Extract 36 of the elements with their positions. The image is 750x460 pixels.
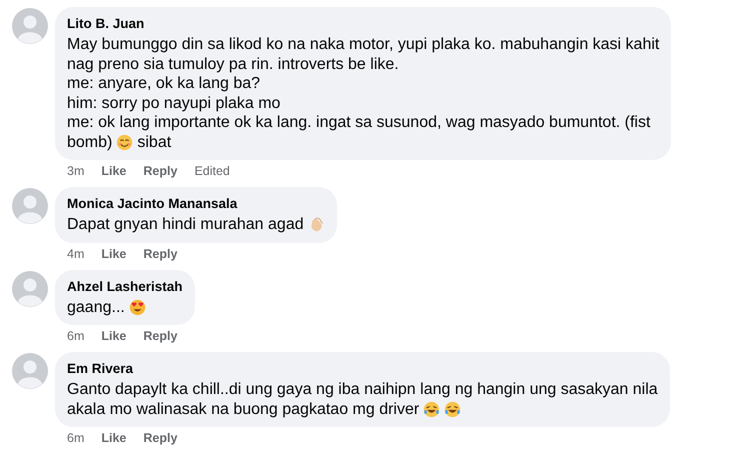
avatar[interactable] — [12, 270, 48, 306]
action-link[interactable]: Like — [101, 163, 126, 179]
avatar[interactable] — [12, 188, 48, 224]
timestamp[interactable]: 6m — [67, 328, 84, 344]
timestamp[interactable]: 4m — [67, 246, 84, 262]
action-link[interactable]: Reply — [143, 328, 178, 344]
action-link[interactable]: Reply — [143, 163, 178, 179]
action-link[interactable]: Like — [101, 328, 126, 344]
heart-eyes-emoji-icon — [128, 298, 146, 316]
comment-text: me: ok lang importante ok ka lang. ingat sa susunod, wag masyado bumuntot. (fist — [67, 113, 650, 132]
comment-text: sibat — [137, 132, 172, 152]
comment-text: Ganto dapaylt ka chill..di ung gaya ng iba naihipn lang ng hangin ung sasakyan nila — [67, 380, 658, 400]
timestamp[interactable]: 3m — [67, 163, 84, 179]
action-link[interactable]: Like — [101, 246, 126, 262]
author-name[interactable]: Ahzel Lasheristah — [67, 278, 183, 294]
smiling-emoji-icon — [116, 134, 134, 151]
action-link[interactable]: Reply — [143, 430, 178, 446]
comment-text: bomb) — [67, 132, 112, 152]
author-name[interactable]: Em Rivera — [67, 360, 134, 377]
author-name[interactable]: Lito B. Juan — [67, 15, 144, 32]
avatar[interactable] — [12, 8, 48, 44]
comment-text: akala mo walinasak na buong pagkatao mg driver — [67, 400, 420, 419]
comment-text: him: sorry po nayupi plaka mo — [67, 94, 280, 113]
action-link[interactable]: Like — [101, 430, 126, 446]
comment-text: nag preno sia tumuloy pa rin. introverts be like. — [67, 54, 399, 74]
laughing-emoji-icon — [423, 400, 440, 418]
comment-text: Dapat gnyan hindi murahan agad — [67, 215, 304, 234]
avatar[interactable] — [12, 353, 48, 389]
comment-text: May bumunggo din sa likod ko na naka motor, yupi plaka ko. mabuhangin kasi kahit — [67, 35, 660, 54]
action-link[interactable]: Reply — [143, 246, 178, 262]
author-name[interactable]: Monica Jacinto Manansala — [67, 195, 238, 212]
laughing-emoji-icon — [444, 400, 462, 418]
timestamp[interactable]: 6m — [67, 430, 84, 446]
comment-text: gaang... — [67, 298, 125, 317]
comment-text: me: anyare, ok ka lang ba? — [67, 74, 260, 94]
edited-label: Edited — [194, 163, 230, 179]
